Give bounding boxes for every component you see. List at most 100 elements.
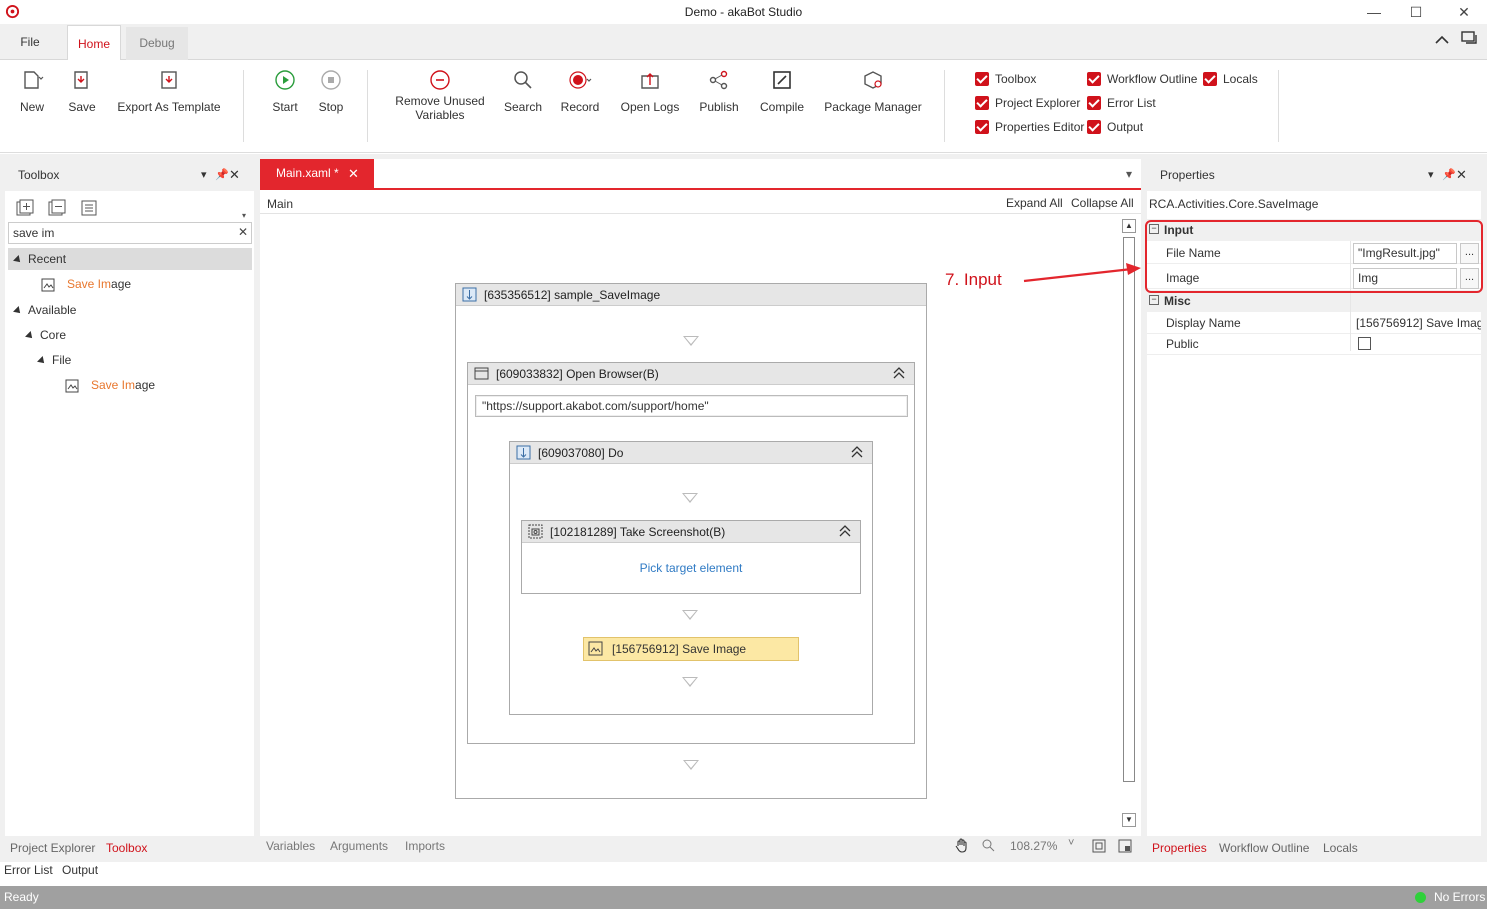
stop-button[interactable]: Stop: [313, 68, 349, 114]
close-panel-icon[interactable]: ✕: [229, 159, 240, 191]
sequence-activity[interactable]: [635356512] sample_SaveImage [609033832]…: [455, 283, 927, 799]
take-screenshot-header[interactable]: [102181289] Take Screenshot(B): [522, 521, 860, 543]
sequence-header[interactable]: [635356512] sample_SaveImage: [456, 284, 926, 306]
tree-item-save-image[interactable]: Save Image: [65, 374, 155, 396]
imports-tab[interactable]: Imports: [405, 839, 445, 853]
zoom-dropdown-icon[interactable]: ˅: [1068, 837, 1074, 849]
close-panel-icon[interactable]: ✕: [1456, 159, 1467, 191]
panel-menu-icon[interactable]: ▾: [1428, 159, 1434, 191]
toolbox-checkbox[interactable]: Toolbox: [975, 70, 1036, 88]
list-view-icon[interactable]: [80, 199, 98, 217]
zoom-icon[interactable]: [981, 838, 995, 852]
tab-debug[interactable]: Debug: [126, 27, 188, 60]
collapse-group-icon[interactable]: −: [1149, 295, 1159, 305]
open-browser-activity[interactable]: [609033832] Open Browser(B) "https://sup…: [467, 362, 915, 744]
bottom-tab-properties[interactable]: Properties: [1152, 837, 1207, 859]
status-bar: Ready No Errors: [0, 886, 1487, 909]
project-explorer-checkbox[interactable]: Project Explorer: [975, 94, 1080, 112]
do-header[interactable]: [609037080] Do: [510, 442, 872, 464]
vertical-scrollbar[interactable]: ▲ ▼: [1122, 219, 1136, 827]
arguments-tab[interactable]: Arguments: [330, 839, 388, 853]
overview-icon[interactable]: [1118, 839, 1132, 853]
scroll-up-icon[interactable]: ▲: [1122, 219, 1136, 233]
open-logs-button[interactable]: Open Logs: [618, 68, 682, 114]
tree-group-core[interactable]: Core: [25, 324, 67, 346]
display-name-field[interactable]: [156756912] Save Imag: [1356, 312, 1481, 334]
collapse-ribbon-icon[interactable]: [1435, 35, 1449, 45]
zoom-level[interactable]: 108.27%: [1010, 839, 1057, 853]
expanded-triangle-icon: [13, 254, 23, 265]
clear-search-icon[interactable]: ✕: [238, 225, 248, 239]
drop-target-icon[interactable]: [682, 493, 698, 503]
tab-home[interactable]: Home: [67, 25, 121, 61]
sequence-icon: [462, 287, 477, 302]
tab-list-icon[interactable]: ▾: [1126, 167, 1132, 181]
bottom-tab-toolbox[interactable]: Toolbox: [106, 837, 147, 859]
start-button[interactable]: Start: [266, 68, 304, 114]
tab-file[interactable]: File: [0, 24, 60, 60]
pick-target-link[interactable]: Pick target element: [522, 561, 860, 575]
collapse-chevron-icon[interactable]: [892, 366, 906, 380]
save-button[interactable]: Save: [62, 68, 102, 114]
variables-tab[interactable]: Variables: [266, 839, 315, 853]
drop-target-icon[interactable]: [682, 610, 698, 620]
panel-menu-icon[interactable]: ▾: [201, 159, 207, 191]
properties-editor-checkbox[interactable]: Properties Editor: [975, 118, 1084, 136]
minimize-button[interactable]: —: [1360, 2, 1388, 22]
fit-to-screen-icon[interactable]: [1092, 839, 1106, 853]
drop-target-icon[interactable]: [683, 336, 699, 346]
bottom-tab-workflow-outline[interactable]: Workflow Outline: [1219, 837, 1309, 859]
drop-target-icon[interactable]: [683, 760, 699, 770]
publish-button[interactable]: Publish: [697, 68, 741, 114]
close-tab-icon[interactable]: ✕: [348, 159, 359, 188]
start-label: Start: [272, 100, 298, 114]
core-label: Core: [40, 328, 67, 342]
package-manager-button[interactable]: Package Manager: [822, 68, 924, 114]
record-button[interactable]: Record: [558, 68, 602, 114]
output-checkbox[interactable]: Output: [1087, 118, 1143, 136]
tree-group-file[interactable]: File: [37, 349, 71, 371]
toolbox-search-input[interactable]: save im ✕: [8, 222, 252, 244]
tree-item-save-image-recent[interactable]: Save Image: [41, 273, 131, 295]
scroll-down-icon[interactable]: ▾: [242, 211, 246, 220]
pin-icon[interactable]: 📌: [1442, 159, 1456, 191]
remove-unused-variables-button[interactable]: Remove Unused Variables: [390, 68, 490, 122]
url-input[interactable]: "https://support.akabot.com/support/home…: [475, 395, 908, 417]
close-window-button[interactable]: ✕: [1450, 2, 1478, 22]
bottom-tab-output[interactable]: Output: [62, 859, 98, 881]
hand-pan-icon[interactable]: [954, 837, 970, 853]
tree-group-recent[interactable]: Recent: [8, 248, 252, 270]
document-tab-main[interactable]: Main.xaml * ✕: [260, 159, 374, 188]
bottom-tab-error-list[interactable]: Error List: [4, 859, 53, 881]
bottom-tab-locals[interactable]: Locals: [1323, 837, 1358, 859]
save-image-activity[interactable]: [156756912] Save Image: [583, 637, 799, 661]
pin-icon[interactable]: 📌: [215, 159, 229, 191]
record-icon: [569, 71, 592, 89]
collapse-all-link[interactable]: Collapse All: [1071, 196, 1134, 210]
property-group-misc[interactable]: − Misc: [1147, 290, 1481, 312]
new-button[interactable]: New: [12, 68, 52, 114]
take-screenshot-activity[interactable]: [102181289] Take Screenshot(B) Pick targ…: [521, 520, 861, 594]
scroll-down-icon[interactable]: ▼: [1122, 813, 1136, 827]
breadcrumb[interactable]: Main: [267, 197, 293, 211]
expand-all-icon[interactable]: [16, 199, 34, 217]
search-button[interactable]: Search: [502, 68, 544, 114]
export-template-button[interactable]: Export As Template: [112, 68, 226, 114]
workflow-outline-checkbox[interactable]: Workflow Outline: [1087, 70, 1197, 88]
do-activity[interactable]: [609037080] Do [102181289] Take Screensh…: [509, 441, 873, 715]
tree-group-available[interactable]: Available: [13, 299, 76, 321]
error-list-checkbox[interactable]: Error List: [1087, 94, 1156, 112]
public-checkbox[interactable]: [1358, 337, 1371, 350]
maximize-button[interactable]: ☐: [1402, 2, 1430, 22]
compile-button[interactable]: Compile: [756, 68, 808, 114]
drop-target-icon[interactable]: [682, 677, 698, 687]
collapse-chevron-icon[interactable]: [838, 524, 852, 538]
scrollbar-thumb[interactable]: [1123, 237, 1135, 782]
chat-icon[interactable]: [1461, 31, 1479, 47]
collapse-all-icon[interactable]: [48, 199, 66, 217]
bottom-tab-project-explorer[interactable]: Project Explorer: [10, 837, 95, 859]
expand-all-link[interactable]: Expand All: [1006, 196, 1063, 210]
collapse-chevron-icon[interactable]: [850, 445, 864, 459]
locals-checkbox[interactable]: Locals: [1203, 70, 1258, 88]
open-browser-header[interactable]: [609033832] Open Browser(B): [468, 363, 914, 385]
